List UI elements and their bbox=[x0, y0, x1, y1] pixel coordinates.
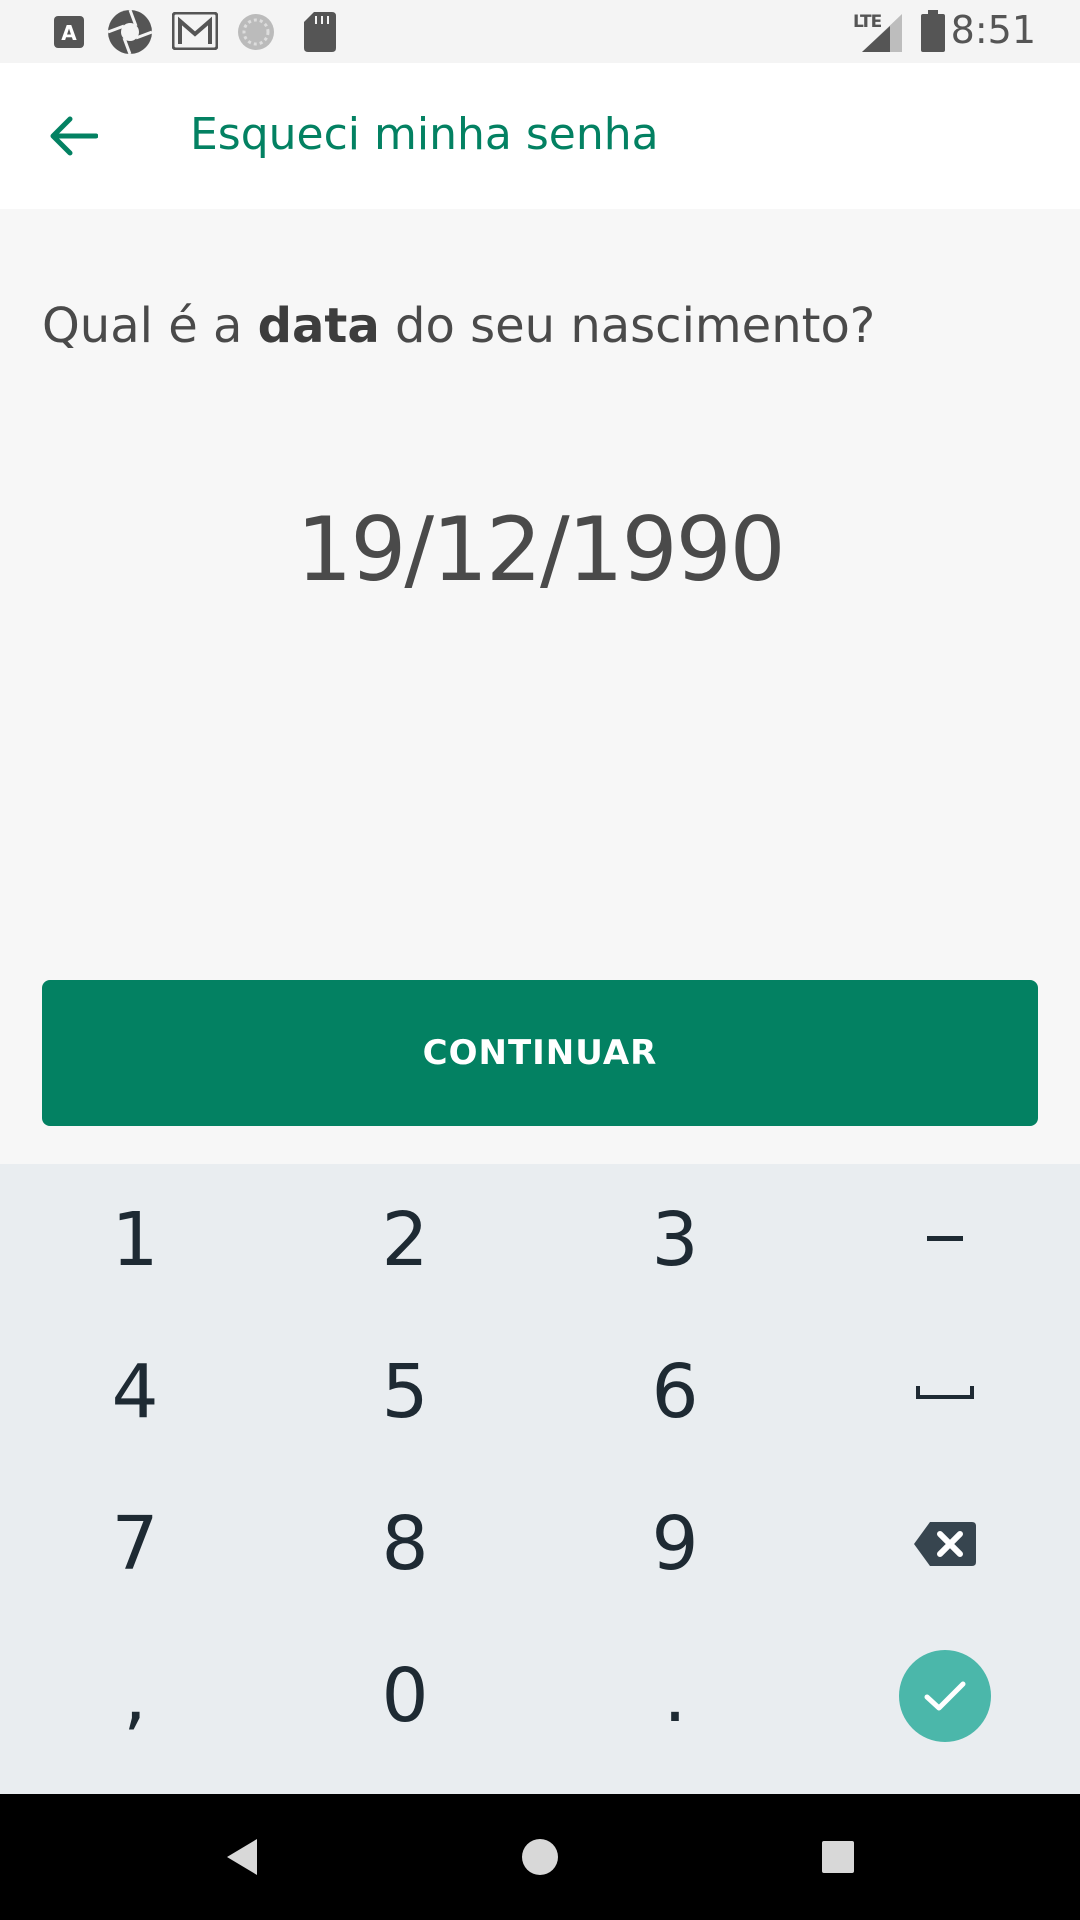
key-backspace[interactable] bbox=[810, 1468, 1080, 1620]
recents-square-icon bbox=[822, 1841, 854, 1873]
continue-button-label: CONTINUAR bbox=[422, 1033, 658, 1073]
key-9[interactable]: 9 bbox=[540, 1468, 810, 1620]
sd-card-icon bbox=[304, 12, 336, 52]
battery-icon bbox=[921, 10, 945, 52]
key-1[interactable]: 1 bbox=[0, 1164, 270, 1316]
app-a-icon: A bbox=[54, 16, 84, 48]
backspace-icon bbox=[914, 1522, 976, 1566]
key-period[interactable]: . bbox=[540, 1620, 810, 1772]
key-dash[interactable] bbox=[810, 1164, 1080, 1316]
key-8[interactable]: 8 bbox=[270, 1468, 540, 1620]
birthdate-question: Qual é a data do seu nascimento? bbox=[42, 298, 875, 354]
numeric-keypad: 1 2 3 4 5 6 7 8 9 , 0 . bbox=[0, 1164, 1080, 1794]
sync-icon bbox=[238, 14, 274, 50]
back-triangle-icon bbox=[227, 1839, 257, 1875]
check-icon bbox=[924, 1681, 966, 1711]
key-5[interactable]: 5 bbox=[270, 1316, 540, 1468]
nav-recents-button[interactable] bbox=[803, 1822, 873, 1892]
question-suffix: do seu nascimento? bbox=[379, 298, 876, 354]
space-bar-icon bbox=[916, 1386, 974, 1399]
key-space[interactable] bbox=[810, 1316, 1080, 1468]
key-enter[interactable] bbox=[810, 1620, 1080, 1772]
system-nav-bar bbox=[0, 1794, 1080, 1920]
svg-text:A: A bbox=[61, 21, 77, 45]
enter-button[interactable] bbox=[899, 1650, 991, 1742]
key-0[interactable]: 0 bbox=[270, 1620, 540, 1772]
key-comma[interactable]: , bbox=[0, 1620, 270, 1772]
question-bold: data bbox=[257, 298, 380, 354]
nav-back-button[interactable] bbox=[206, 1822, 276, 1892]
back-button[interactable] bbox=[40, 103, 106, 169]
gmail-icon bbox=[172, 12, 218, 50]
question-prefix: Qual é a bbox=[42, 298, 258, 354]
app-bar: Esqueci minha senha bbox=[0, 63, 1080, 209]
key-4[interactable]: 4 bbox=[0, 1316, 270, 1468]
shutter-icon bbox=[107, 9, 153, 55]
continue-button[interactable]: CONTINUAR bbox=[42, 980, 1038, 1126]
key-7[interactable]: 7 bbox=[0, 1468, 270, 1620]
key-6[interactable]: 6 bbox=[540, 1316, 810, 1468]
signal-icon bbox=[862, 14, 902, 52]
clock: 8:51 bbox=[950, 8, 1036, 52]
home-circle-icon bbox=[522, 1839, 558, 1875]
key-2[interactable]: 2 bbox=[270, 1164, 540, 1316]
birthdate-input[interactable]: 19/12/1990 bbox=[0, 498, 1080, 601]
arrow-left-icon bbox=[50, 116, 98, 156]
nav-home-button[interactable] bbox=[505, 1822, 575, 1892]
page-title: Esqueci minha senha bbox=[190, 109, 659, 160]
status-bar: A LTE 8:51 bbox=[0, 0, 1080, 63]
dash-icon bbox=[927, 1236, 963, 1241]
key-3[interactable]: 3 bbox=[540, 1164, 810, 1316]
